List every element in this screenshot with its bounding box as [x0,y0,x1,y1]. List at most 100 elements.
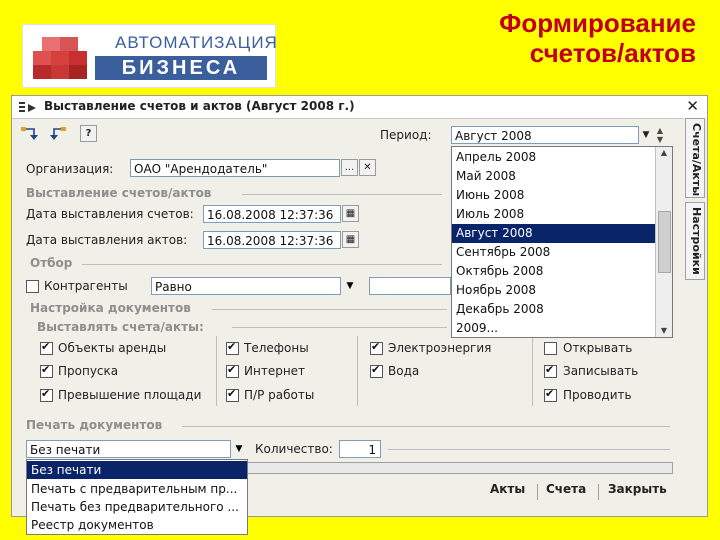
divider [537,484,538,500]
print-mode-select[interactable]: Без печати [26,440,231,458]
period-select[interactable]: Август 2008 [451,126,639,144]
vertical-tabs: Счета/Акты Настройки [683,118,707,280]
chevron-down-icon[interactable]: ▼ [231,440,247,458]
divider [182,426,670,427]
dropdown-item[interactable]: Без печати [27,461,247,479]
invoices-button[interactable]: Счета [546,482,586,496]
invoice-date-label: Дата выставления счетов: [26,207,194,221]
dropdown-item[interactable]: Август 2008 [452,224,656,243]
dropdown-item[interactable]: Печать с предварительным пр... [27,480,237,498]
calendar-icon[interactable]: ▦ [342,231,359,248]
check-label: Телефоны [244,341,309,355]
tab-settings[interactable]: Настройки [685,202,705,280]
divider [232,327,447,328]
filter-value-field[interactable] [369,277,451,295]
divider [532,336,533,406]
dropdown-item[interactable]: Сентябрь 2008 [452,243,550,262]
scroll-up-icon[interactable]: ▲ [656,147,672,159]
save-checkbox[interactable] [544,363,557,378]
divider [357,336,358,406]
divider [82,264,442,265]
divider [212,309,447,310]
window-menu-icon[interactable] [18,99,40,115]
scroll-down-icon[interactable]: ▼ [656,325,672,337]
check-label: Превышение площади [58,388,202,402]
window-title: Выставление счетов и актов (Август 2008 … [44,99,355,113]
divider [388,449,670,450]
print-mode-dropdown: Без печати Печать с предварительным пр..… [26,459,248,535]
tab-invoices-acts[interactable]: Счета/Акты [685,118,705,198]
dropdown-item[interactable]: Июнь 2008 [452,186,524,205]
pr-works-checkbox[interactable] [226,387,239,402]
act-date-field[interactable]: 16.08.2008 12:37:36 [203,231,341,249]
section-filter-title: Отбор [30,256,73,270]
dropdown-item[interactable]: Печать без предварительного ... [27,498,239,516]
divider [242,194,442,195]
fill-forward-icon[interactable] [20,125,40,143]
check-label: Вода [388,364,420,378]
section-print-title: Печать документов [26,418,163,432]
dropdown-item[interactable]: Апрель 2008 [452,148,536,167]
dropdown-item[interactable]: Декабрь 2008 [452,300,544,319]
org-select-button[interactable]: ... [341,159,358,176]
scrollbar-thumb[interactable] [658,211,671,273]
app-window: Выставление счетов и актов (Август 2008 … [11,95,708,535]
open-checkbox[interactable] [544,342,557,355]
org-label: Организация: [26,162,114,176]
org-field[interactable]: ОАО "Арендодатель" [130,159,340,177]
passes-checkbox[interactable] [40,363,53,378]
act-date-label: Дата выставления актов: [26,233,188,247]
check-label: Интернет [244,364,306,378]
divider [598,484,599,500]
cubes-logo-icon [33,37,87,79]
window-titlebar: Выставление счетов и актов (Август 2008 … [12,96,707,119]
check-label: Открывать [563,341,633,355]
logo-text-bottom: БИЗНЕСА [95,56,267,80]
help-icon[interactable]: ? [80,125,97,142]
company-logo: АВТОМАТИЗАЦИЯ БИЗНЕСА [22,24,278,88]
counterparty-checkbox[interactable] [26,280,39,293]
dropdown-item[interactable]: Июль 2008 [452,205,524,224]
check-label: Объекты аренды [58,341,167,355]
period-dropdown: Апрель 2008 Май 2008 Июнь 2008 Июль 2008… [451,146,673,338]
acts-button[interactable]: Акты [490,482,525,496]
area-excess-checkbox[interactable] [40,387,53,402]
check-label: Пропуска [58,364,119,378]
tab-label: Настройки [690,207,703,275]
quantity-stepper[interactable]: 1 [339,440,381,458]
divider [216,336,217,406]
check-label: Электроэнергия [388,341,492,355]
close-button[interactable]: Закрыть [608,482,667,496]
filter-condition-select[interactable]: Равно [151,277,341,295]
logo-text-top: АВТОМАТИЗАЦИЯ [115,33,278,52]
check-label: Проводить [563,388,632,402]
dropdown-item[interactable]: Октябрь 2008 [452,262,543,281]
chevron-down-icon[interactable]: ▼ [342,277,358,295]
water-checkbox[interactable] [370,363,383,378]
internet-checkbox[interactable] [226,363,239,378]
close-icon[interactable]: ✕ [686,97,699,115]
electricity-checkbox[interactable] [370,340,383,355]
period-down-icon[interactable]: ▼ [653,135,667,144]
slide-title: Формирование счетов/актов [499,8,696,68]
period-label: Период: [380,128,432,142]
section-issue-invoices-title: Выставлять счета/акты: [37,320,204,334]
tab-label: Счета/Акты [690,123,703,197]
phones-checkbox[interactable] [226,340,239,355]
check-label: Записывать [563,364,639,378]
dropdown-item[interactable]: Ноябрь 2008 [452,281,536,300]
scrollbar[interactable]: ▲ ▼ [655,147,672,337]
org-clear-button[interactable]: ✕ [359,159,376,176]
dropdown-item[interactable]: Май 2008 [452,167,516,186]
dropdown-item[interactable]: 2009... [452,319,498,338]
chevron-down-icon[interactable]: ▼ [639,126,653,144]
slide-title-line1: Формирование [499,8,696,38]
quantity-label: Количество: [255,442,333,456]
rent-objects-checkbox[interactable] [40,340,53,355]
invoice-date-field[interactable]: 16.08.2008 12:37:36 [203,205,341,223]
fill-back-icon[interactable] [48,125,68,143]
period-up-icon[interactable]: ▲ [653,126,667,135]
post-checkbox[interactable] [544,387,557,402]
dropdown-item[interactable]: Реестр документов [27,516,154,534]
calendar-icon[interactable]: ▦ [342,205,359,222]
